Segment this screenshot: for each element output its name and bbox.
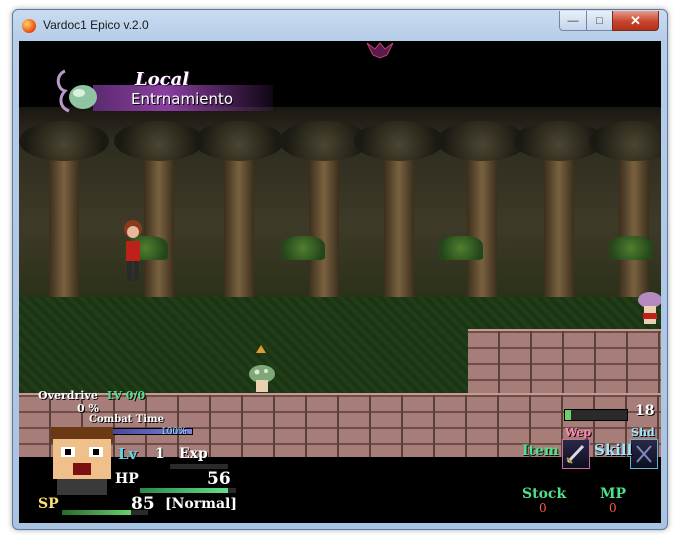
level-value: 1 bbox=[155, 446, 165, 462]
exp-label: Exp bbox=[179, 446, 208, 462]
sp-label: SP bbox=[38, 496, 59, 512]
item-label[interactable]: Item bbox=[522, 443, 559, 459]
status-text: [Normal] bbox=[165, 496, 237, 512]
shield-slot[interactable] bbox=[630, 439, 658, 469]
game-viewport[interactable]: Local Entrnamiento Overdrive LV 0/0 0 % … bbox=[19, 41, 661, 523]
app-icon bbox=[22, 19, 36, 33]
hp-value: 56 bbox=[207, 469, 231, 489]
player-portrait bbox=[51, 427, 113, 495]
level-label: Lv bbox=[118, 445, 138, 463]
bush bbox=[439, 236, 483, 260]
bush bbox=[281, 236, 325, 260]
maximize-button[interactable]: □ bbox=[586, 11, 613, 31]
location-title: Local bbox=[135, 69, 190, 90]
skill-label[interactable]: Skill bbox=[594, 441, 632, 459]
sword-icon bbox=[566, 444, 585, 464]
location-subtitle: Entrnamiento bbox=[131, 90, 234, 108]
bat-enemy-icon bbox=[366, 42, 394, 59]
stock-label: Stock bbox=[522, 486, 567, 502]
mp-label: MP bbox=[600, 486, 627, 502]
charge-bar bbox=[564, 409, 628, 421]
hp-label: HP bbox=[115, 471, 139, 487]
mushroom-enemy[interactable] bbox=[247, 363, 277, 393]
combat-time-value: 100% bbox=[161, 427, 187, 437]
mp-value: 0 bbox=[609, 501, 617, 515]
counter-value: 18 bbox=[635, 403, 655, 419]
player-character[interactable] bbox=[116, 217, 150, 289]
stone-wall-upper bbox=[468, 329, 661, 395]
item-drop-icon[interactable] bbox=[255, 344, 267, 354]
weapon-slot[interactable] bbox=[562, 439, 590, 469]
close-icon: ✕ bbox=[630, 12, 641, 28]
overdrive-label: Overdrive bbox=[38, 389, 98, 402]
overdrive-level: LV 0/0 bbox=[107, 389, 146, 402]
title-bar[interactable]: Vardoc1 Epico v.2.0 — □ ✕ bbox=[13, 10, 667, 42]
shield-icon bbox=[636, 445, 652, 463]
minimize-button[interactable]: — bbox=[559, 11, 587, 31]
stock-value: 0 bbox=[539, 501, 547, 515]
minimize-icon: — bbox=[567, 14, 579, 27]
mushroom-enemy[interactable] bbox=[637, 291, 661, 331]
weapon-label: Wep bbox=[565, 426, 592, 439]
maximize-icon: □ bbox=[596, 14, 603, 27]
location-emblem-icon bbox=[56, 69, 97, 113]
close-button[interactable]: ✕ bbox=[612, 11, 659, 31]
combat-time-label: Combat Time bbox=[89, 414, 164, 425]
shield-label: Shd bbox=[631, 426, 655, 439]
location-banner: Local Entrnamiento bbox=[51, 67, 273, 117]
window-title: Vardoc1 Epico v.2.0 bbox=[43, 18, 149, 32]
sp-value: 85 bbox=[131, 494, 155, 514]
bush bbox=[609, 236, 653, 260]
